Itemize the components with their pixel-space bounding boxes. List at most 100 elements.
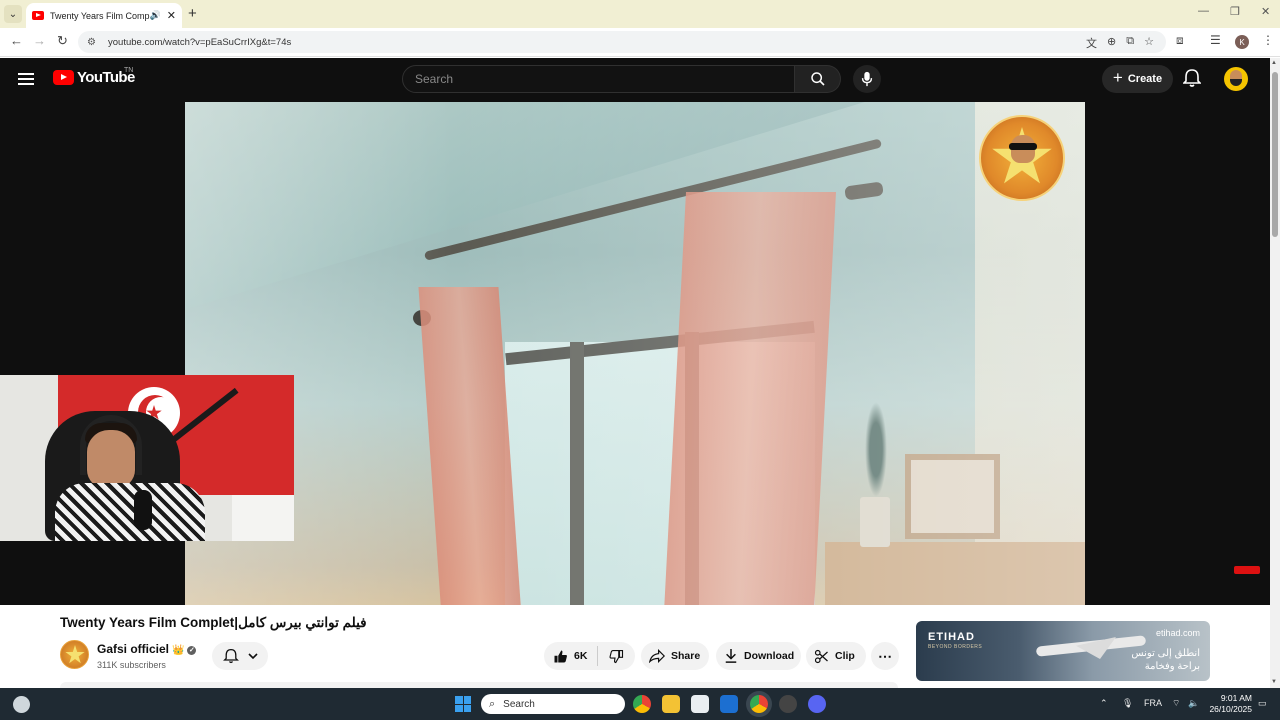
discord-app-icon[interactable] [808,695,826,713]
search-button[interactable] [795,65,841,93]
volume-icon[interactable]: 🔈 [1188,698,1199,709]
ad-copy: انطلق إلى تونس براحة وفخامة [1131,647,1200,673]
address-bar[interactable]: ⚙ youtube.com/watch?v=pEaSuCrrIXg&t=74s … [78,31,1166,53]
ad-url[interactable]: etihad.com [1156,628,1200,638]
taskbar-search-label: Search [503,698,535,710]
channel-name[interactable]: Gafsi officiel [97,642,169,656]
app-icon[interactable] [779,695,797,713]
scroll-down-icon[interactable]: ▼ [1271,679,1277,685]
youtube-logo[interactable]: YouTube TN [53,67,135,86]
clip-button[interactable]: Clip [806,642,866,670]
site-info-icon[interactable]: ⚙ [87,37,99,48]
ad-copy-line1: انطلق إلى تونس [1131,648,1200,659]
subscription-bell-button[interactable] [212,642,268,670]
search-icon: ⌕ [489,697,496,710]
audio-playing-icon[interactable]: 🔊 [150,10,161,21]
bookmark-star-icon[interactable]: ☆ [1144,35,1154,51]
ad-brand: ETIHAD [928,631,975,643]
ad-copy-line2: براحة وفخامة [1144,661,1200,672]
more-icon: ⋯ [878,647,892,664]
language-indicator[interactable]: FRA [1144,698,1162,708]
channel-name-row[interactable]: Gafsi officiel 👑 ✓ [97,642,197,656]
notification-center-icon[interactable]: ▭ [1258,698,1267,709]
wifi-icon[interactable]: ⌔ [1172,698,1180,709]
reading-list-icon[interactable]: ☰ [1210,33,1221,47]
more-actions-button[interactable]: ⋯ [871,642,899,670]
verified-icon: ✓ [187,646,197,655]
like-dislike-group: 6K [544,642,635,670]
tray-mic-icon[interactable]: 🎙 [1122,698,1133,709]
plus-icon: + [1112,68,1123,87]
hamburger-icon[interactable] [18,73,34,85]
taskbar-search[interactable]: ⌕ Search [481,694,625,714]
back-icon[interactable]: ← [10,33,23,48]
browser-toolbar: ← → ↻ ⚙ youtube.com/watch?v=pEaSuCrrIXg&… [0,28,1280,57]
notifications-button[interactable] [1182,68,1202,93]
clock-time: 9:01 AM [1220,693,1252,703]
search-input[interactable] [415,72,794,86]
youtube-favicon-icon [32,11,44,20]
translate-icon[interactable]: 文 [1086,35,1097,51]
search-field[interactable] [402,65,795,93]
chrome-app-icon[interactable] [633,695,651,713]
tray-overflow-icon[interactable]: ⌃ [1100,698,1108,709]
create-label: Create [1127,73,1163,85]
like-button[interactable]: 6K [544,646,598,666]
dislike-icon [609,649,624,663]
extensions-icon[interactable]: ⧈ [1176,33,1184,48]
scrollbar-thumb[interactable] [1272,72,1278,237]
file-explorer-icon[interactable] [662,695,680,713]
subscribe-watermark-icon[interactable] [1234,566,1260,574]
taskbar-clock[interactable]: 9:01 AM 26/10/2025 [1206,693,1252,715]
ad-brand-tagline: BEYOND BORDERS [928,644,983,650]
sponsored-ad-banner[interactable]: ETIHAD BEYOND BORDERS etihad.com انطلق إ… [916,621,1210,681]
account-avatar[interactable] [1224,67,1248,91]
minimize-icon[interactable]: — [1198,5,1209,17]
window-close-icon[interactable]: ✕ [1261,5,1270,18]
download-button[interactable]: Download [716,642,801,670]
tab-title: Twenty Years Film Complet [50,10,150,21]
browser-menu-icon[interactable]: ⋮ [1262,33,1274,47]
create-button[interactable]: + Create [1102,65,1173,93]
install-icon[interactable]: ⧉ [1126,35,1134,51]
scroll-up-icon[interactable]: ▲ [1271,60,1277,66]
new-tab-icon[interactable]: + [188,5,197,22]
address-bar-url[interactable]: youtube.com/watch?v=pEaSuCrrIXg&t=74s [108,37,291,48]
search-icon [810,72,825,86]
maximize-icon[interactable]: ❐ [1230,5,1240,18]
dislike-button[interactable] [598,649,635,664]
streamer-webcam-overlay [0,375,294,541]
download-icon [725,649,737,663]
tab-search-icon[interactable]: ⌄ [4,5,22,23]
forward-icon[interactable]: → [33,33,46,48]
chevron-down-icon [247,653,258,660]
widgets-icon[interactable] [13,696,30,713]
tab-close-icon[interactable]: ✕ [167,9,176,22]
store-app-icon[interactable] [691,695,709,713]
channel-avatar[interactable] [60,640,89,669]
voice-search-button[interactable] [853,65,881,93]
start-menu-icon[interactable] [455,696,471,712]
video-title: Twenty Years Film Complet|فيلم توانتي بي… [60,615,367,630]
youtube-page: YouTube TN + Create [0,58,1270,688]
country-code: TN [124,67,134,74]
page-scrollbar[interactable]: ▲ ▼ [1270,58,1280,688]
share-label: Share [671,650,701,662]
chrome-active-app-icon[interactable] [750,695,768,713]
bell-icon [1182,69,1202,87]
subscriber-count: 311K subscribers [97,660,166,670]
mail-app-icon[interactable] [720,695,738,713]
windows-taskbar: ⌕ Search ⌃ 🎙 FRA ⌔ 🔈 9:01 AM 26/10/2025 … [0,688,1280,720]
browser-tabstrip: ⌄ Twenty Years Film Complet 🔊 ✕ + — ❐ ✕ [0,0,1280,28]
browser-tab-active[interactable]: Twenty Years Film Complet 🔊 ✕ [26,3,182,28]
like-icon [554,650,567,662]
zoom-icon[interactable]: ⊕ [1107,35,1116,51]
video-player[interactable] [185,102,1085,606]
channel-watermark [979,115,1065,201]
profile-avatar[interactable]: K [1235,35,1249,49]
crown-icon: 👑 [172,645,185,656]
bell-icon [222,648,239,664]
reload-icon[interactable]: ↻ [57,33,68,49]
clip-label: Clip [835,650,855,662]
share-button[interactable]: Share [641,642,709,670]
